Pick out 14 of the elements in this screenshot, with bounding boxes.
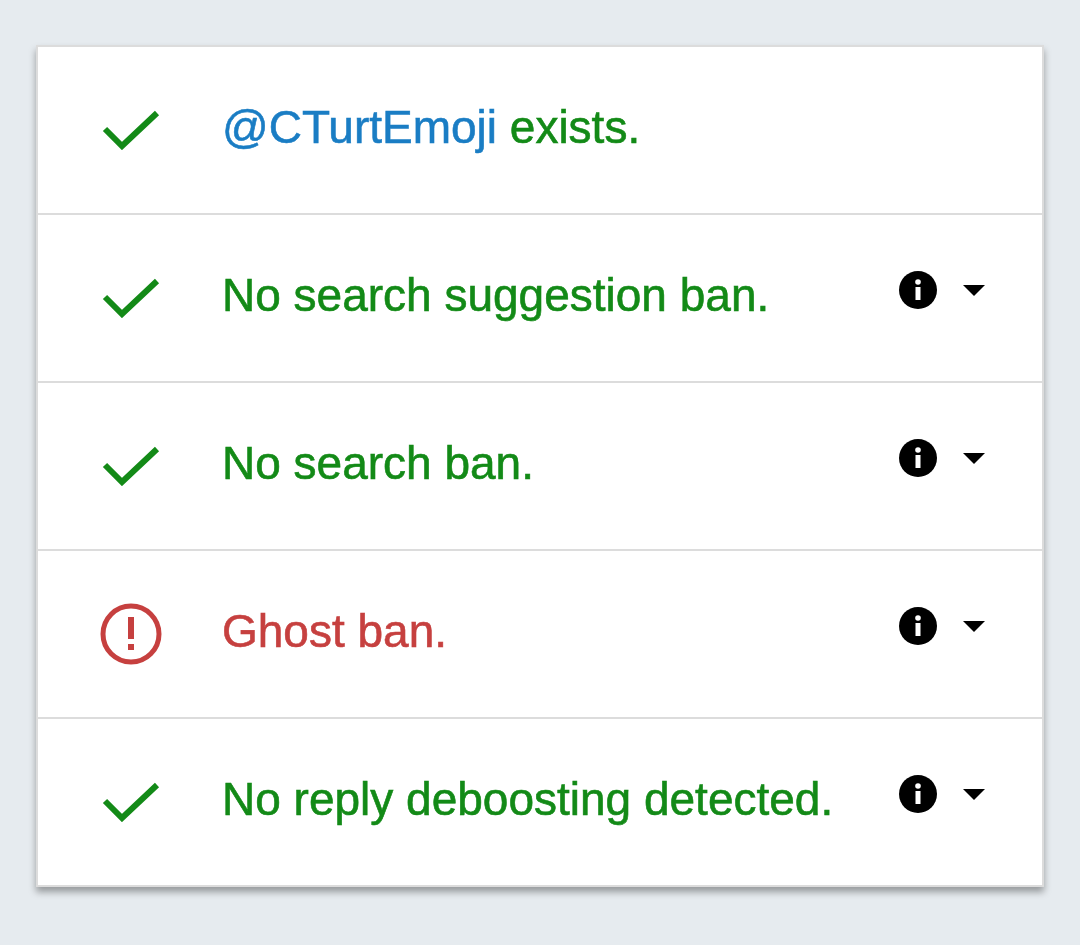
- caret-down-icon[interactable]: [963, 620, 985, 632]
- status-message: No reply deboosting detected.: [222, 772, 835, 826]
- status-message: @CTurtEmoji exists.: [222, 100, 642, 154]
- caret-down-icon[interactable]: [963, 452, 985, 464]
- info-icon[interactable]: [899, 775, 937, 813]
- status-message: No search suggestion ban.: [222, 268, 771, 322]
- caret-down-icon[interactable]: [963, 284, 985, 296]
- username-link[interactable]: @CTurtEmoji: [222, 101, 497, 153]
- status-message: No search ban.: [222, 436, 535, 490]
- info-icon[interactable]: [899, 607, 937, 645]
- info-icon[interactable]: [899, 439, 937, 477]
- caret-down-icon[interactable]: [963, 788, 985, 800]
- info-icon[interactable]: [899, 271, 937, 309]
- status-message: Ghost ban.: [222, 604, 449, 658]
